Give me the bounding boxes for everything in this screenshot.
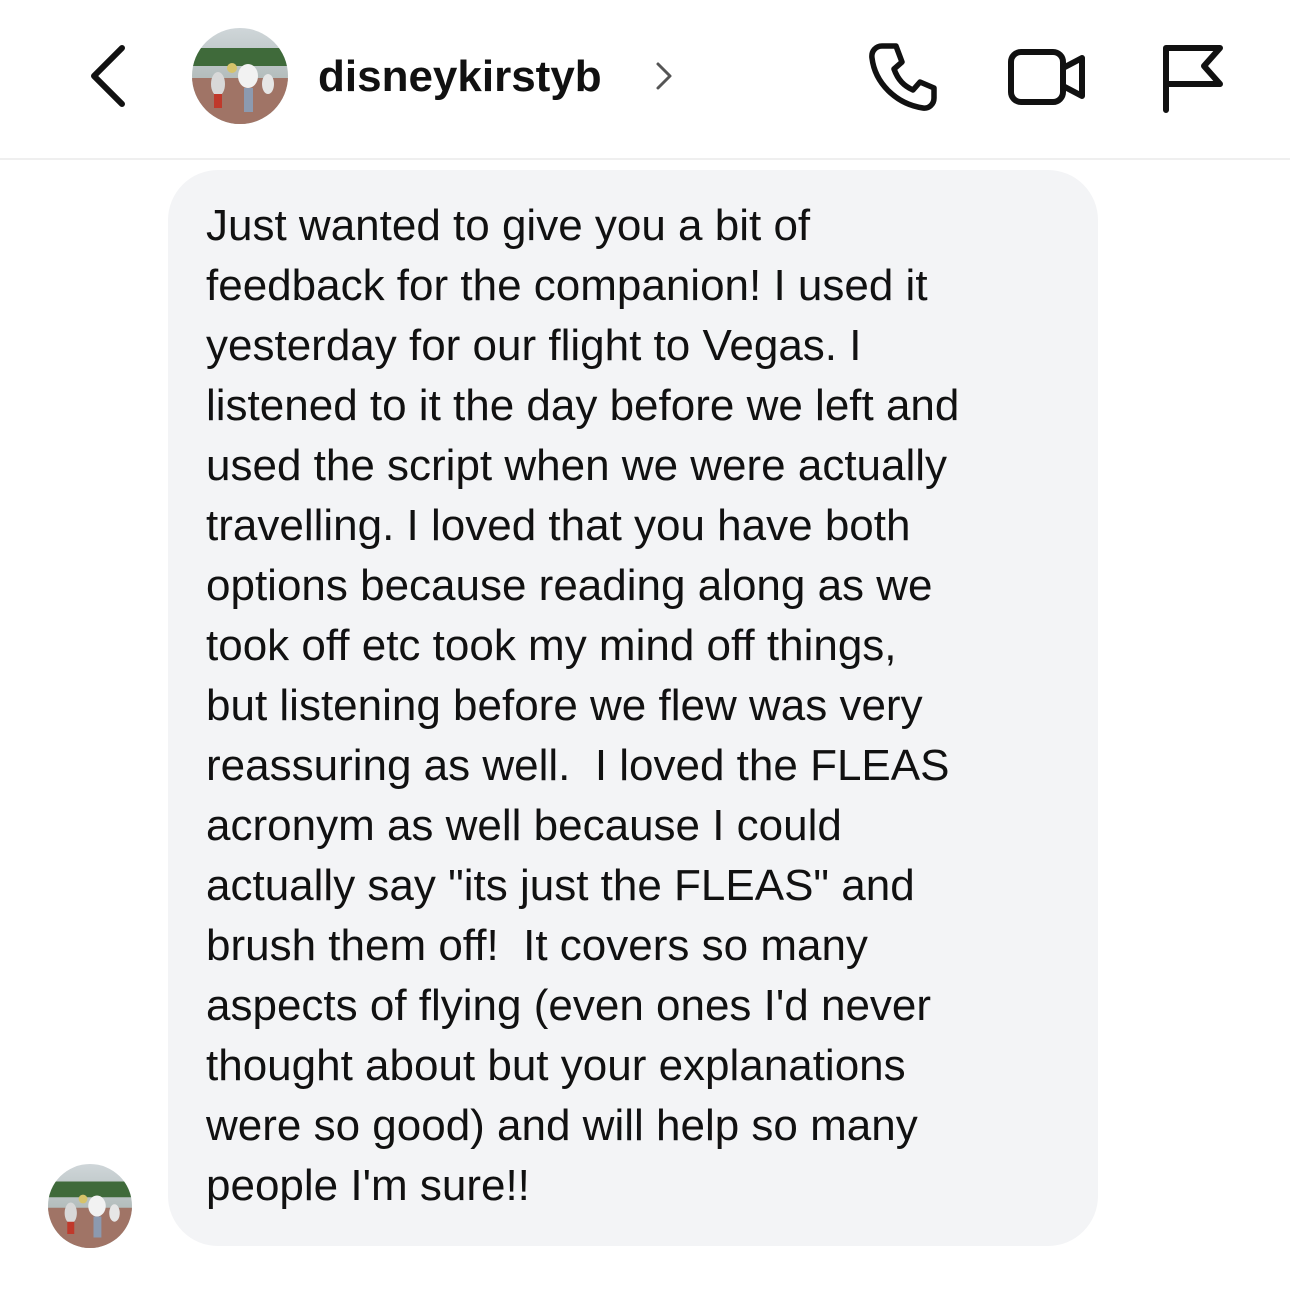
chevron-right-icon (656, 62, 672, 90)
message-line: listened to it the day before we left an… (206, 381, 960, 430)
message-line: brush them off! It covers so many (206, 921, 868, 970)
message-line: took off etc took my mind off things, (206, 621, 897, 670)
message-line: reassuring as well. I loved the FLEAS (206, 741, 950, 790)
message-line: acronym as well because I could (206, 801, 842, 850)
chat-header: disneykirstyb (0, 0, 1290, 160)
message-line: people I'm sure!! (206, 1161, 530, 1210)
video-camera-icon (1008, 49, 1085, 105)
phone-icon (869, 43, 937, 111)
message-line: aspects of flying (even ones I'd never (206, 981, 932, 1030)
message-line: yesterday for our flight to Vegas. I (206, 321, 862, 370)
message-line: travelling. I loved that you have both (206, 501, 911, 550)
message-line: feedback for the companion! I used it (206, 261, 928, 310)
video-call-button[interactable] (1006, 42, 1090, 110)
message-line: Just wanted to give you a bit of (206, 201, 811, 250)
message-line: but listening before we flew was very (206, 681, 923, 730)
sender-avatar[interactable] (48, 1164, 132, 1248)
message-line: options because reading along as we (206, 561, 933, 610)
report-button[interactable] (1158, 40, 1226, 114)
chat-username[interactable]: disneykirstyb (318, 48, 602, 106)
avatar-photo (48, 1164, 132, 1248)
message-text: Just wanted to give you a bit of feedbac… (206, 196, 1086, 1216)
message-line: thought about but your explanations (206, 1041, 906, 1090)
call-button[interactable] (866, 40, 940, 114)
back-button[interactable] (78, 38, 138, 114)
chevron-left-icon (91, 45, 125, 107)
message-line: actually say "its just the FLEAS" and (206, 861, 915, 910)
profile-avatar[interactable] (192, 28, 288, 124)
avatar-photo (192, 28, 288, 124)
message-line: used the script when we were actually (206, 441, 948, 490)
message-line: were so good) and will help so many (206, 1101, 918, 1150)
flag-icon (1163, 45, 1223, 113)
message-bubble[interactable]: Just wanted to give you a bit of feedbac… (168, 170, 1098, 1246)
